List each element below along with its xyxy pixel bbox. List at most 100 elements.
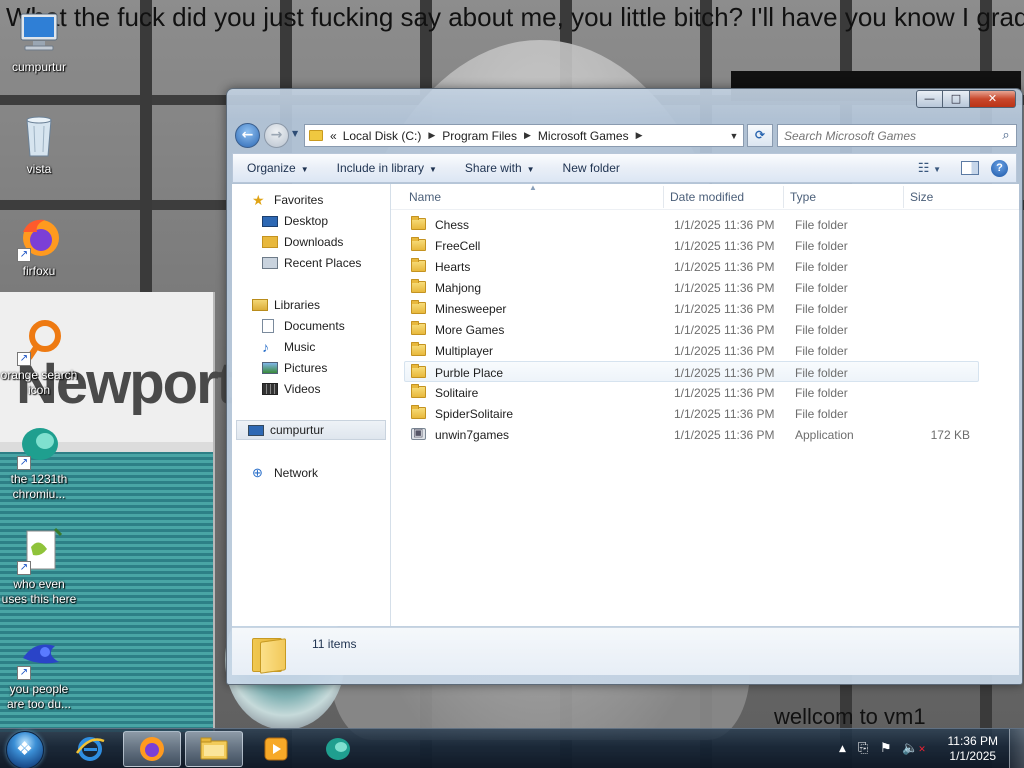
recent-pages-dropdown[interactable]: ▼ bbox=[292, 129, 298, 138]
column-divider[interactable] bbox=[663, 186, 664, 208]
search-icon[interactable]: ⌕ bbox=[996, 128, 1016, 143]
taskbar-firefox[interactable] bbox=[123, 731, 181, 767]
explorer-icon bbox=[199, 735, 229, 763]
change-view-button[interactable]: ☷ ▼ bbox=[910, 160, 949, 176]
search-box[interactable]: ⌕ bbox=[777, 124, 1017, 147]
breadcrumb-separator-icon[interactable]: ▶ bbox=[520, 130, 535, 141]
file-row[interactable]: Hearts 1/1/2025 11:36 PM File folder bbox=[405, 256, 980, 277]
column-header-type[interactable]: Type bbox=[790, 190, 816, 204]
breadcrumb-microsoft-games[interactable]: Microsoft Games bbox=[535, 129, 632, 143]
column-header-date-modified[interactable]: Date modified bbox=[670, 190, 744, 204]
nav-computer[interactable]: cumpurtur bbox=[236, 420, 386, 440]
show-desktop-button[interactable] bbox=[1009, 729, 1024, 768]
preview-pane-button[interactable] bbox=[961, 161, 979, 175]
column-header-name[interactable]: Name bbox=[409, 190, 441, 204]
action-center-flag-icon[interactable]: ⚑ bbox=[880, 741, 892, 756]
file-type: File folder bbox=[795, 344, 848, 358]
taskbar-explorer[interactable] bbox=[185, 731, 243, 767]
clock-date: 1/1/2025 bbox=[949, 749, 997, 763]
nav-label: Documents bbox=[284, 319, 345, 333]
file-row[interactable]: Multiplayer 1/1/2025 11:36 PM File folder bbox=[405, 340, 980, 361]
network-status-icon[interactable]: ⎘ bbox=[858, 741, 868, 756]
address-bar[interactable]: « Local Disk (C:) ▶ Program Files ▶ Micr… bbox=[304, 124, 744, 147]
show-hidden-icons-icon[interactable]: ▲ bbox=[839, 744, 846, 754]
desktop-icon-orange-search[interactable]: ↗ orange search icon bbox=[0, 318, 78, 398]
breadcrumb-local-disk[interactable]: Local Disk (C:) bbox=[340, 129, 425, 143]
column-divider[interactable] bbox=[903, 186, 904, 208]
nav-desktop[interactable]: Desktop bbox=[262, 211, 328, 231]
nav-label: Downloads bbox=[284, 235, 344, 249]
desktop-icon-chromium[interactable]: ↗ the 1231th chromiu... bbox=[0, 422, 78, 502]
include-in-library-menu[interactable]: Include in library ▼ bbox=[323, 161, 451, 175]
file-row[interactable]: Purble Place 1/1/2025 11:36 PM File folder bbox=[404, 361, 979, 382]
nav-music[interactable]: ♪ Music bbox=[262, 337, 315, 357]
view-details-icon: ☷ bbox=[917, 160, 930, 175]
nav-favorites[interactable]: ★ Favorites bbox=[252, 190, 323, 210]
new-folder-button[interactable]: New folder bbox=[549, 161, 634, 175]
breadcrumb-program-files[interactable]: Program Files bbox=[439, 129, 520, 143]
file-row[interactable]: More Games 1/1/2025 11:36 PM File folder bbox=[405, 319, 980, 340]
breadcrumb-separator-icon[interactable]: ▶ bbox=[424, 130, 439, 141]
desktop-icon-firefox[interactable]: ↗ firfoxu bbox=[0, 214, 78, 279]
volume-muted-icon[interactable]: 🔈✕ bbox=[902, 741, 926, 756]
nav-videos[interactable]: Videos bbox=[262, 379, 320, 399]
notification-area: ▲ ⎘ ⚑ 🔈✕ 11:36 PM 1/1/2025 bbox=[834, 729, 1024, 768]
nav-recent-places[interactable]: Recent Places bbox=[262, 253, 361, 273]
search-input[interactable] bbox=[778, 128, 996, 143]
forward-button[interactable]: → bbox=[264, 123, 289, 148]
file-name: Chess bbox=[435, 218, 470, 232]
computer-icon bbox=[15, 10, 63, 56]
desktop-icon-blue-app[interactable]: ↗ you people are too du... bbox=[0, 632, 78, 712]
file-name: More Games bbox=[435, 323, 505, 337]
file-row[interactable]: SpiderSolitaire 1/1/2025 11:36 PM File fol… bbox=[405, 403, 980, 424]
dropdown-arrow-icon: ▼ bbox=[526, 165, 535, 174]
desktop-icon-computer[interactable]: cumpurtur bbox=[0, 10, 78, 75]
breadcrumb-separator-icon[interactable]: ▶ bbox=[632, 130, 647, 141]
desktop-icon-notepad[interactable]: ↗ who even uses this here bbox=[0, 527, 78, 607]
taskbar-internet-explorer[interactable] bbox=[61, 731, 119, 767]
libraries-icon bbox=[252, 299, 268, 311]
file-name: Hearts bbox=[435, 260, 471, 274]
taskbar: ▲ ⎘ ⚑ 🔈✕ 11:36 PM 1/1/2025 bbox=[0, 728, 1024, 768]
file-row[interactable]: Mahjong 1/1/2025 11:36 PM File folder bbox=[405, 277, 980, 298]
nav-documents[interactable]: Documents bbox=[262, 316, 345, 336]
share-with-label: Share with bbox=[464, 161, 522, 175]
desktop-icon-label: who even uses this here bbox=[1, 577, 77, 606]
desktop-icon-label: you people are too du... bbox=[6, 682, 72, 711]
close-button[interactable]: ✕ bbox=[970, 90, 1016, 108]
file-date-modified: 1/1/2025 11:36 PM bbox=[674, 366, 775, 380]
help-button[interactable]: ? bbox=[991, 159, 1008, 177]
taskbar-media-player[interactable] bbox=[247, 731, 305, 767]
minimize-button[interactable]: — bbox=[916, 90, 943, 108]
column-header-size[interactable]: Size bbox=[910, 190, 933, 204]
nav-downloads[interactable]: Downloads bbox=[262, 232, 343, 252]
command-bar: Organize ▼ Include in library ▼ Share with… bbox=[232, 153, 1017, 183]
column-divider[interactable] bbox=[783, 186, 784, 208]
share-with-menu[interactable]: Share with ▼ bbox=[451, 161, 549, 175]
taskbar-chromium[interactable] bbox=[309, 731, 367, 767]
nav-pictures[interactable]: Pictures bbox=[262, 358, 327, 378]
computer-icon bbox=[248, 424, 264, 436]
nav-network[interactable]: ⊕ Network bbox=[252, 463, 318, 483]
address-dropdown-icon[interactable]: ▼ bbox=[725, 131, 743, 141]
file-row[interactable]: unwin7games 1/1/2025 11:36 PM Application 1… bbox=[405, 424, 980, 445]
desktop-icon bbox=[262, 215, 278, 227]
back-button[interactable]: ← bbox=[235, 123, 260, 148]
nav-libraries[interactable]: Libraries bbox=[252, 295, 320, 315]
file-row[interactable]: Chess 1/1/2025 11:36 PM File folder bbox=[405, 214, 980, 235]
start-button[interactable] bbox=[6, 731, 44, 768]
file-row[interactable]: Minesweeper 1/1/2025 11:36 PM File folder bbox=[405, 298, 980, 319]
file-name: unwin7games bbox=[435, 428, 510, 442]
file-row[interactable]: Solitaire 1/1/2025 11:36 PM File folder bbox=[405, 382, 980, 403]
file-type: File folder bbox=[795, 260, 848, 274]
organize-menu[interactable]: Organize ▼ bbox=[233, 161, 323, 175]
back-arrow-icon: ← bbox=[241, 127, 254, 143]
maximize-button[interactable]: □ bbox=[943, 90, 970, 108]
desktop-icon-recycle-bin[interactable]: vista bbox=[0, 112, 78, 177]
breadcrumb-overflow[interactable]: « bbox=[327, 129, 340, 143]
refresh-button[interactable]: ⟳ bbox=[747, 124, 773, 147]
clock[interactable]: 11:36 PM 1/1/2025 bbox=[948, 734, 998, 764]
folder-icon bbox=[309, 130, 323, 141]
file-row[interactable]: FreeCell 1/1/2025 11:36 PM File folder bbox=[405, 235, 980, 256]
file-name: SpiderSolitaire bbox=[435, 407, 514, 421]
